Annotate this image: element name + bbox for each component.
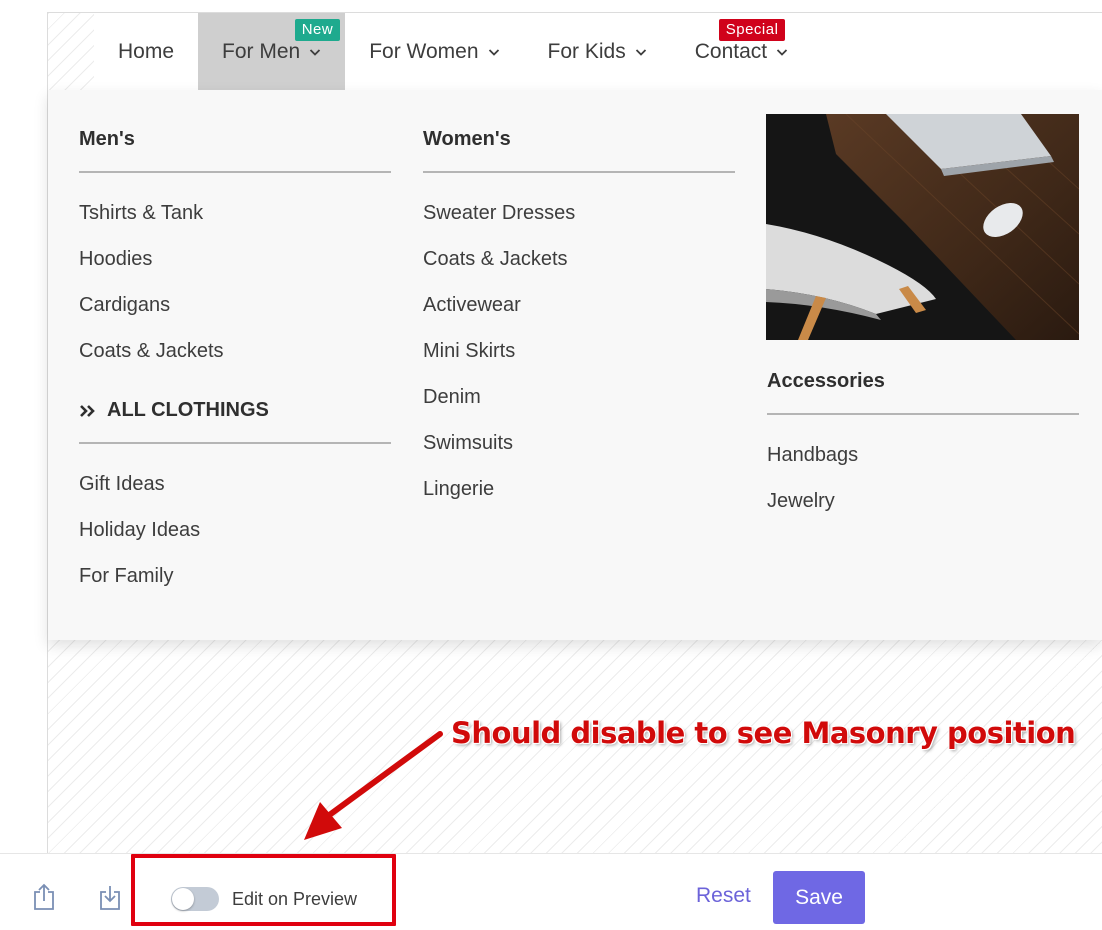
menu-link-tshirts[interactable]: Tshirts & Tank <box>79 190 391 236</box>
app-stage: Home For Men New For Women For Kids Cont… <box>0 0 1102 930</box>
save-button[interactable]: Save <box>773 871 865 924</box>
annotation-text: Should disable to see Masonry position <box>451 716 1076 750</box>
nav-item-contact[interactable]: Contact Special <box>671 13 812 90</box>
edit-on-preview-label: Edit on Preview <box>232 889 358 909</box>
nav-item-label: For Women <box>369 39 479 63</box>
bottom-toolbar: Edit on Preview Reset Save <box>0 853 1102 930</box>
accessories-column: Accessories Handbags Jewelry <box>767 370 1079 524</box>
chevron-down-icon <box>310 48 321 56</box>
menu-link-swimsuits[interactable]: Swimsuits <box>423 420 735 466</box>
nav-item-for-kids[interactable]: For Kids <box>524 13 671 90</box>
accessories-heading: Accessories <box>767 370 1079 415</box>
menu-link-gift-ideas[interactable]: Gift Ideas <box>79 461 391 507</box>
menu-link-activewear[interactable]: Activewear <box>423 282 735 328</box>
new-badge: New <box>294 19 341 41</box>
menu-link-coats-jackets[interactable]: Coats & Jackets <box>423 236 735 282</box>
menu-link-handbags[interactable]: Handbags <box>767 432 1079 478</box>
menu-link-for-family[interactable]: For Family <box>79 553 391 599</box>
menu-link-coats-jackets[interactable]: Coats & Jackets <box>79 328 391 374</box>
mens-heading: Men's <box>79 128 391 173</box>
menu-link-lingerie[interactable]: Lingerie <box>423 466 735 512</box>
double-chevron-right-icon <box>80 404 95 417</box>
menu-link-denim[interactable]: Denim <box>423 374 735 420</box>
chevron-down-icon <box>488 48 499 56</box>
top-navigation: Home For Men New For Women For Kids Cont… <box>94 13 1102 90</box>
all-clothings-label: ALL CLOTHINGS <box>107 399 269 421</box>
nav-item-home[interactable]: Home <box>94 13 198 90</box>
womens-column: Women's Sweater Dresses Coats & Jackets … <box>423 128 735 512</box>
nav-item-for-women[interactable]: For Women <box>345 13 523 90</box>
menu-link-hoodies[interactable]: Hoodies <box>79 236 391 282</box>
menu-link-mini-skirts[interactable]: Mini Skirts <box>423 328 735 374</box>
chevron-down-icon <box>776 48 788 56</box>
womens-heading: Women's <box>423 128 735 173</box>
nav-item-label: For Kids <box>547 39 626 63</box>
desk-photo <box>766 114 1079 340</box>
chevron-down-icon <box>635 48 646 56</box>
nav-item-label: Contact <box>694 39 768 63</box>
edit-on-preview-toggle[interactable] <box>171 887 219 911</box>
export-icon[interactable] <box>33 883 55 911</box>
toggle-knob <box>172 888 194 910</box>
nav-item-label: Home <box>118 39 175 63</box>
menu-link-sweater-dresses[interactable]: Sweater Dresses <box>423 190 735 236</box>
annotation-arrow <box>304 731 443 840</box>
menu-link-cardigans[interactable]: Cardigans <box>79 282 391 328</box>
menu-promo-image[interactable] <box>766 114 1079 340</box>
nav-item-label: For Men <box>222 39 301 63</box>
special-badge: Special <box>718 19 786 41</box>
mega-menu-dropdown: Men's Tshirts & Tank Hoodies Cardigans C… <box>48 90 1102 640</box>
menu-link-holiday-ideas[interactable]: Holiday Ideas <box>79 507 391 553</box>
all-clothings-heading[interactable]: ALL CLOTHINGS <box>79 399 391 444</box>
reset-button[interactable]: Reset <box>696 884 751 908</box>
menu-link-jewelry[interactable]: Jewelry <box>767 478 1079 524</box>
import-icon[interactable] <box>99 885 121 911</box>
mens-column: Men's Tshirts & Tank Hoodies Cardigans C… <box>79 128 391 599</box>
nav-item-for-men[interactable]: For Men New <box>198 13 346 90</box>
annotation-highlight-box: Edit on Preview <box>131 854 396 926</box>
